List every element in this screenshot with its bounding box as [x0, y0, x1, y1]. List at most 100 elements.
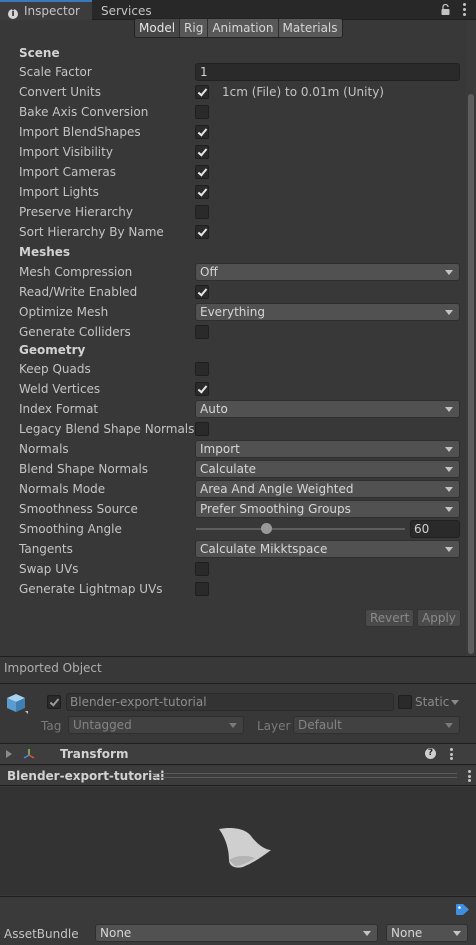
imported-object-title: Imported Object	[4, 661, 102, 675]
keep-quads-checkbox[interactable]	[195, 362, 209, 376]
help-icon[interactable]: ?	[425, 748, 436, 759]
sort-hierarchy-checkbox[interactable]	[195, 225, 209, 239]
subtab-materials[interactable]: Materials	[278, 19, 342, 37]
foldout-arrow-icon[interactable]	[6, 750, 12, 758]
normals-label: Normals	[19, 442, 69, 456]
subtab-rig[interactable]: Rig	[180, 19, 209, 37]
generate-lightmap-label: Generate Lightmap UVs	[19, 582, 163, 596]
chevron-down-icon	[445, 487, 453, 492]
bake-axis-label: Bake Axis Conversion	[19, 105, 149, 119]
static-checkbox[interactable]	[398, 695, 412, 709]
normals-mode-dropdown[interactable]: Area And Angle Weighted	[195, 480, 460, 498]
generate-lightmap-checkbox[interactable]	[195, 582, 209, 596]
chevron-down-icon[interactable]	[451, 700, 459, 705]
component-menu-icon[interactable]	[449, 748, 453, 760]
optimize-mesh-label: Optimize Mesh	[19, 305, 109, 319]
apply-button[interactable]: Apply	[417, 609, 461, 627]
prefab-cube-icon[interactable]	[6, 693, 28, 715]
layer-dropdown[interactable]: Default	[293, 716, 460, 734]
convert-units-note: 1cm (File) to 0.01m (Unity)	[222, 85, 384, 99]
mesh-compression-dropdown[interactable]: Off	[195, 263, 460, 281]
transform-title: Transform	[60, 747, 129, 761]
optimize-mesh-value: Everything	[200, 305, 265, 319]
mesh-compression-label: Mesh Compression	[19, 265, 133, 279]
optimize-mesh-dropdown[interactable]: Everything	[195, 303, 460, 321]
import-blendshapes-label: Import BlendShapes	[19, 125, 141, 139]
asset-bundle-label: AssetBundle	[4, 927, 79, 941]
asset-bundle-name-value: None	[100, 926, 132, 940]
chevron-down-icon	[445, 407, 453, 412]
chevron-down-icon	[445, 310, 453, 315]
swap-uvs-label: Swap UVs	[19, 562, 79, 576]
subtab-animation[interactable]: Animation	[208, 19, 279, 37]
tab-inspector[interactable]: i Inspector	[0, 0, 92, 20]
preview-header[interactable]: Blender-export-tutorial	[0, 766, 476, 786]
scale-factor-input[interactable]: 1	[195, 63, 460, 81]
scale-factor-label: Scale Factor	[19, 65, 92, 79]
normals-dropdown[interactable]: Import	[195, 440, 460, 458]
convert-units-checkbox[interactable]	[195, 85, 209, 99]
import-settings-tabs: Model Rig Animation Materials	[134, 18, 343, 38]
legacy-blend-checkbox[interactable]	[195, 422, 209, 436]
tangents-label: Tangents	[19, 542, 73, 556]
scrollbar-thumb[interactable]	[468, 94, 474, 654]
tag-dropdown[interactable]: Untagged	[68, 716, 244, 734]
smoothing-angle-slider-handle[interactable]	[261, 523, 272, 534]
object-active-checkbox[interactable]	[47, 695, 61, 709]
transform-axes-icon	[23, 749, 35, 759]
tag-value: Untagged	[73, 718, 132, 732]
generate-colliders-label: Generate Colliders	[19, 325, 131, 339]
window-tab-bar: i Inspector Services	[0, 0, 476, 20]
more-options-icon[interactable]	[462, 3, 466, 16]
smoothing-angle-label: Smoothing Angle	[19, 522, 122, 536]
tab-services-label: Services	[101, 4, 152, 18]
import-blendshapes-checkbox[interactable]	[195, 125, 209, 139]
subtab-model[interactable]: Model	[135, 19, 181, 37]
import-lights-checkbox[interactable]	[195, 185, 209, 199]
preview-menu-icon[interactable]	[467, 770, 471, 782]
preserve-hierarchy-checkbox[interactable]	[195, 205, 209, 219]
tangents-dropdown[interactable]: Calculate Mikktspace	[195, 540, 460, 558]
smoothing-angle-slider[interactable]	[196, 528, 405, 530]
import-visibility-label: Import Visibility	[19, 145, 113, 159]
blend-shape-normals-label: Blend Shape Normals	[19, 462, 149, 476]
bake-axis-checkbox[interactable]	[195, 105, 209, 119]
index-format-dropdown[interactable]: Auto	[195, 400, 460, 418]
weld-vertices-checkbox[interactable]	[195, 382, 209, 396]
chevron-down-icon	[445, 547, 453, 552]
scrollbar[interactable]	[466, 20, 476, 656]
smoothing-angle-input[interactable]: 60	[410, 520, 460, 538]
keep-quads-label: Keep Quads	[19, 362, 91, 376]
smoothness-source-value: Prefer Smoothing Groups	[200, 502, 351, 516]
tab-inspector-label: Inspector	[24, 4, 80, 18]
generate-colliders-checkbox[interactable]	[195, 325, 209, 339]
smoothness-source-dropdown[interactable]: Prefer Smoothing Groups	[195, 500, 460, 518]
chevron-down-icon	[363, 931, 371, 936]
tab-services[interactable]: Services	[93, 0, 160, 20]
asset-bundle-variant-dropdown[interactable]: None	[386, 924, 468, 942]
label-tag-icon[interactable]	[455, 903, 470, 916]
read-write-checkbox[interactable]	[195, 285, 209, 299]
weld-vertices-label: Weld Vertices	[19, 382, 101, 396]
scene-header: Scene	[19, 46, 60, 60]
import-visibility-checkbox[interactable]	[195, 145, 209, 159]
index-format-value: Auto	[200, 402, 228, 416]
swap-uvs-checkbox[interactable]	[195, 562, 209, 576]
chevron-down-icon	[229, 723, 237, 728]
lock-icon[interactable]	[441, 4, 450, 15]
object-name-field[interactable]: Blender-export-tutorial	[66, 693, 394, 711]
sort-hierarchy-label: Sort Hierarchy By Name	[19, 225, 164, 239]
revert-button[interactable]: Revert	[365, 609, 415, 627]
chevron-down-icon	[453, 931, 461, 936]
import-cameras-checkbox[interactable]	[195, 165, 209, 179]
chevron-down-icon	[445, 447, 453, 452]
blend-shape-normals-value: Calculate	[200, 462, 257, 476]
asset-bundle-name-dropdown[interactable]: None	[95, 924, 378, 942]
model-preview-mesh	[219, 827, 271, 868]
transform-component-header[interactable]: Transform ?	[0, 743, 476, 765]
layer-label: Layer	[257, 719, 291, 733]
resize-handle[interactable]	[151, 773, 457, 778]
info-icon: i	[8, 9, 18, 19]
chevron-down-icon	[445, 270, 453, 275]
blend-shape-normals-dropdown[interactable]: Calculate	[195, 460, 460, 478]
